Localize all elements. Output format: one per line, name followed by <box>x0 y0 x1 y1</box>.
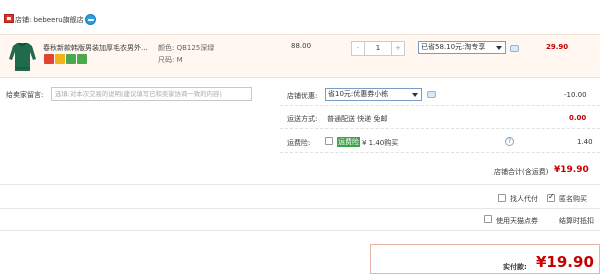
item-promo-select[interactable]: 已省58.10元:淘专享 <box>418 41 506 54</box>
decrease-button[interactable]: - <box>352 42 365 55</box>
item-promo-value: 已省58.10元:淘专享 <box>421 43 486 51</box>
divider <box>0 208 600 209</box>
insurance-checkbox[interactable] <box>325 137 333 145</box>
final-total-label: 实付款: <box>503 263 527 271</box>
proxy-pay-checkbox[interactable] <box>498 194 506 202</box>
chevron-down-icon <box>496 46 502 50</box>
quantity-stepper: - 1 + <box>351 41 405 56</box>
chat-badge-icon[interactable] <box>85 14 96 25</box>
shipping-label: 运送方式: <box>287 115 318 123</box>
divider <box>280 105 600 106</box>
size-attribute: 尺码: M <box>158 56 183 64</box>
store-discount-value: 省10元:优惠券小栋 <box>328 90 389 98</box>
store-total-label: 店铺合计(含运费) <box>494 168 549 176</box>
quantity-input[interactable]: 1 <box>365 42 391 55</box>
divider <box>280 152 600 153</box>
coin-icon <box>55 54 65 64</box>
product-title[interactable]: 春秋新款韩版男装加厚毛衣男外... <box>43 43 148 53</box>
credit-card-icon <box>44 54 54 64</box>
unit-price: 88.00 <box>291 42 312 50</box>
store-total-amount: ¥19.90 <box>554 165 589 175</box>
item-subtotal: 29.90 <box>546 43 569 51</box>
chevron-down-icon <box>412 93 418 97</box>
message-label: 给卖家留言: <box>6 91 44 99</box>
proxy-pay-label: 找人代付 <box>510 195 538 203</box>
store-icon <box>4 14 14 23</box>
comment-icon[interactable] <box>427 91 436 98</box>
store-discount-label: 店铺优惠: <box>287 92 318 100</box>
divider <box>0 184 600 185</box>
final-total-amount: ¥19.90 <box>536 253 594 271</box>
product-thumbnail[interactable] <box>8 41 37 72</box>
insurance-desc: ¥ 1.40购买 <box>362 139 399 147</box>
increase-button[interactable]: + <box>391 42 404 55</box>
return-icon <box>77 54 87 64</box>
shipping-method: 普通配送 快递 免邮 <box>327 115 388 123</box>
shipping-amount: 0.00 <box>569 114 587 122</box>
anonymous-checkbox[interactable] <box>547 192 555 202</box>
order-item-row <box>0 34 600 78</box>
store-discount-amount: -10.00 <box>564 91 587 99</box>
store-name[interactable]: 店铺: bebeeru旗舰店 <box>15 15 84 25</box>
anonymous-label: 匿名购买 <box>559 195 587 203</box>
insurance-tag: 运费险 <box>337 137 360 147</box>
color-attribute: 颜色: QB125深绿 <box>158 44 215 52</box>
comment-icon[interactable] <box>510 45 519 52</box>
insurance-label: 运费险: <box>287 139 311 147</box>
help-icon[interactable]: ? <box>505 137 514 146</box>
shield-icon <box>66 54 76 64</box>
message-input[interactable]: 选填:对本次交易的说明(建议填写已和卖家协商一致的内容) <box>51 87 252 101</box>
tmall-points-checkbox[interactable] <box>484 215 492 223</box>
divider <box>0 230 600 231</box>
settlement-label: 结算时抵扣 <box>559 217 594 225</box>
tmall-points-label: 使用天猫点券 <box>496 217 538 225</box>
store-discount-select[interactable]: 省10元:优惠券小栋 <box>325 88 422 101</box>
divider <box>280 128 600 129</box>
insurance-amount: 1.40 <box>577 138 593 146</box>
